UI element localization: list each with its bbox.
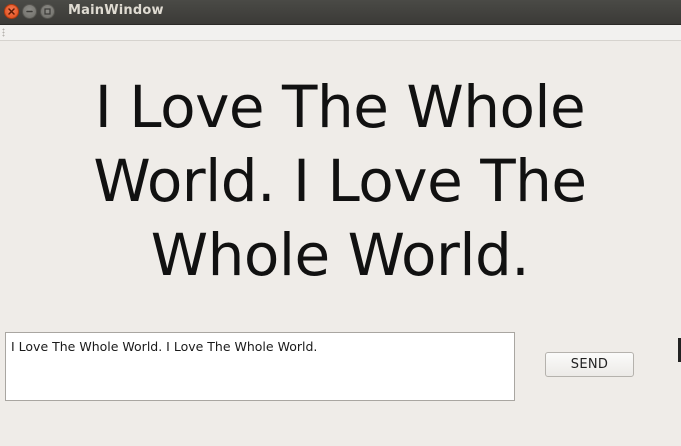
display-label: I Love The Whole World. I Love The Whole… (93, 73, 587, 289)
close-icon (8, 8, 15, 15)
main-window: MainWindow I Love The Whole World. I Lov… (0, 0, 681, 446)
maximize-button[interactable] (40, 4, 55, 19)
close-button[interactable] (4, 4, 19, 19)
send-button[interactable]: SEND (545, 352, 634, 377)
menu-grip-handle[interactable] (2, 28, 5, 37)
menu-bar (0, 25, 681, 41)
title-bar: MainWindow (0, 0, 681, 25)
maximize-icon (44, 8, 51, 15)
window-title: MainWindow (68, 3, 164, 18)
minimize-icon (26, 10, 33, 13)
minimize-button[interactable] (22, 4, 37, 19)
message-input[interactable]: I Love The Whole World. I Love The Whole… (5, 332, 515, 401)
